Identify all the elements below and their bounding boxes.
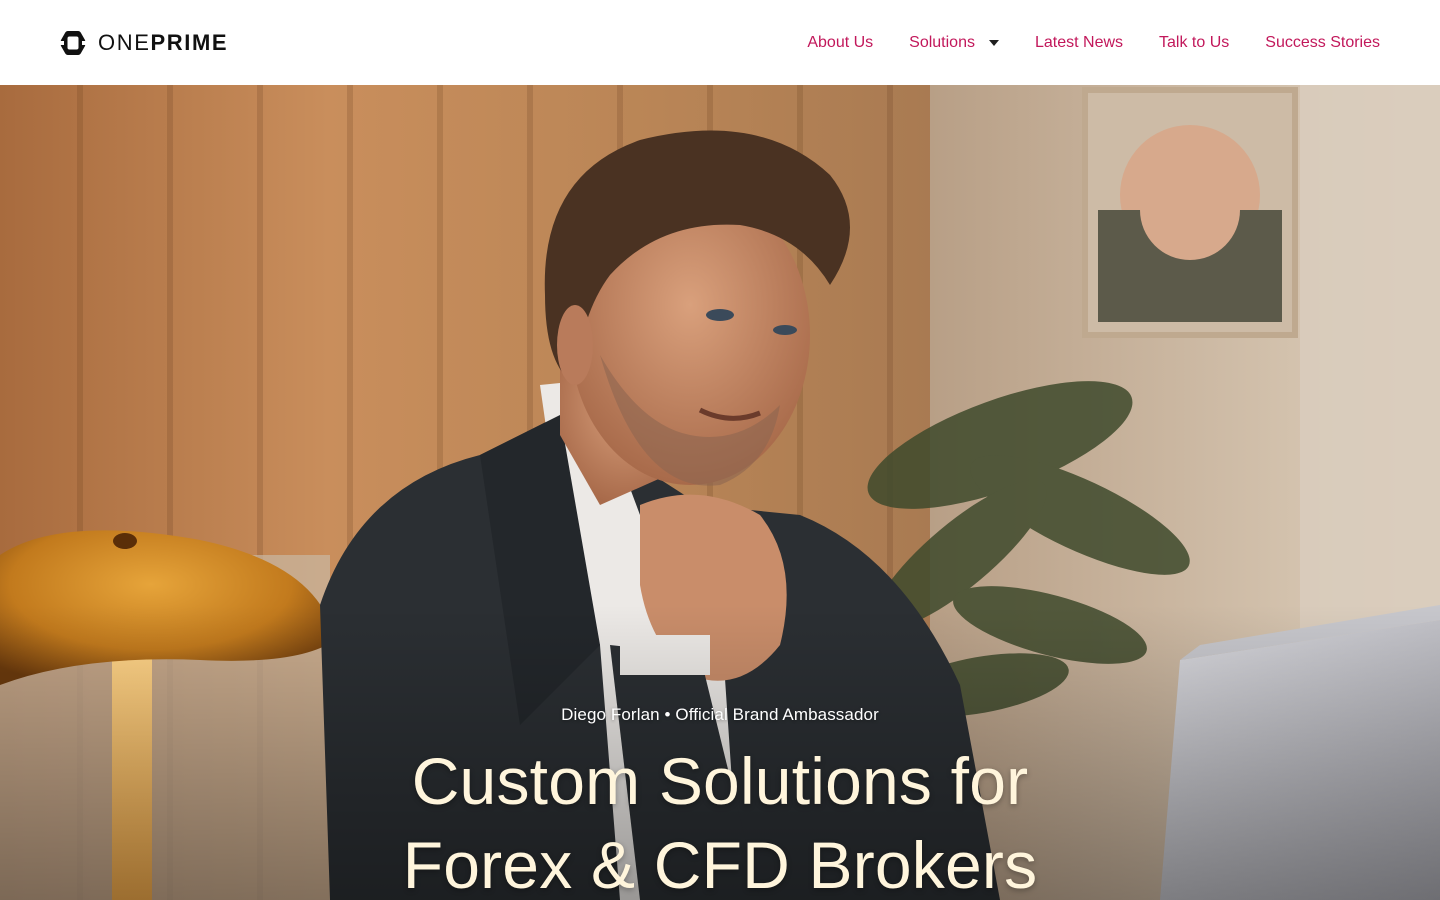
oneprime-logo-icon	[60, 30, 86, 55]
nav-talk-to-us[interactable]: Talk to Us	[1159, 34, 1229, 52]
hero-headline-line-1: Custom Solutions for	[411, 744, 1029, 818]
hero-headline: Custom Solutions for Forex & CFD Brokers	[0, 739, 1440, 900]
nav-success-stories[interactable]: Success Stories	[1265, 34, 1380, 52]
logo-link[interactable]: ONEPRIME	[60, 30, 228, 56]
nav-solutions-label: Solutions	[909, 33, 975, 51]
logo-wordmark: ONEPRIME	[98, 29, 229, 55]
hero-section: Diego Forlan • Official Brand Ambassador…	[0, 85, 1440, 900]
caret-down-icon[interactable]	[988, 40, 999, 46]
site-header: ONEPRIME About Us Solutions Latest News …	[0, 0, 1440, 85]
hero-content: Diego Forlan • Official Brand Ambassador…	[0, 705, 1440, 900]
main-nav: About Us Solutions Latest News Talk to U…	[807, 34, 1380, 52]
hero-headline-line-2: Forex & CFD Brokers	[402, 828, 1038, 900]
nav-solutions[interactable]: Solutions	[909, 34, 999, 52]
nav-latest-news[interactable]: Latest News	[1035, 34, 1123, 52]
nav-about-us[interactable]: About Us	[807, 34, 873, 52]
hero-tagline: Diego Forlan • Official Brand Ambassador	[561, 705, 879, 724]
